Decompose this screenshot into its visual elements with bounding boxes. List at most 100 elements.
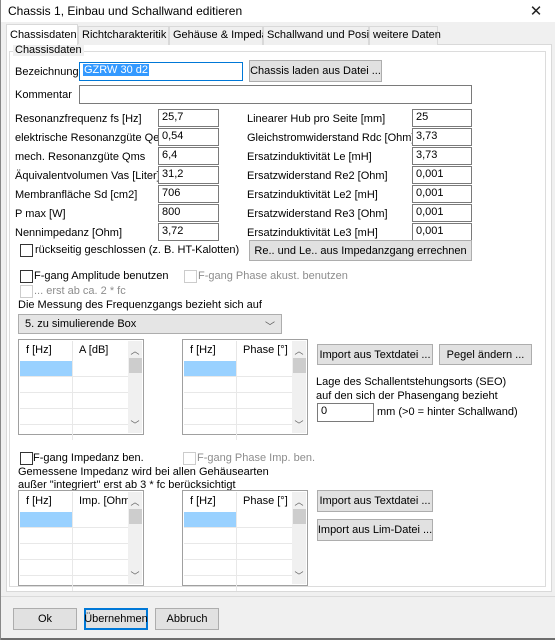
rdc-input[interactable]: 3,73 [412,128,472,146]
table-row[interactable] [184,560,292,576]
grid-cell[interactable] [184,361,237,376]
import-textdatei-impedance-button[interactable]: Import aus Textdatei ... [317,490,433,512]
vertical-scrollbar[interactable]: ︿ ﹀ [292,492,306,584]
chevron-down-icon[interactable]: ﹀ [292,568,306,582]
grid-cell[interactable] [184,512,237,527]
col-header-freq[interactable]: f [Hz] [20,341,73,361]
pegel-aendern-button[interactable]: Pegel ändern ... [439,344,532,365]
chevron-down-icon[interactable]: ﹀ [292,417,306,431]
table-row[interactable] [20,425,128,441]
grid-cell[interactable] [73,560,128,575]
grid-cell[interactable] [20,377,73,392]
chevron-up-icon[interactable]: ︿ [292,343,306,357]
grid-cell[interactable] [73,528,128,543]
table-row[interactable] [184,576,292,592]
vertical-scrollbar[interactable]: ︿ ﹀ [128,341,142,433]
chevron-up-icon[interactable]: ︿ [292,494,306,508]
tab-gehaeuse-impedanz[interactable]: Gehäuse & Impedanz [169,26,279,45]
amplitude-checkbox[interactable] [20,270,33,283]
table-row[interactable] [20,576,128,592]
le2-input[interactable]: 0,001 [412,185,472,203]
cancel-button[interactable]: Abbruch [155,608,219,630]
chassis-load-button[interactable]: Chassis laden aus Datei ... [249,60,382,82]
table-row[interactable] [184,377,292,393]
grid-cell[interactable] [237,512,292,527]
grid-cell[interactable] [237,425,292,440]
le3-input[interactable]: 0,001 [412,223,472,241]
kommentar-input[interactable] [79,85,472,104]
chevron-up-icon[interactable]: ︿ [128,343,142,357]
grid-cell[interactable] [237,361,292,376]
vertical-scrollbar[interactable]: ︿ ﹀ [128,492,142,584]
grid-cell[interactable] [237,560,292,575]
impedanz-checkbox[interactable] [20,452,33,465]
grid-cell[interactable] [237,528,292,543]
scrollbar-thumb[interactable] [129,358,142,373]
grid-cell[interactable] [20,425,73,440]
fs-input[interactable]: 25,7 [158,109,219,127]
grid-cell[interactable] [184,560,237,575]
table-row[interactable] [20,361,128,377]
tab-richtcharakteritik[interactable]: Richtcharakteritik [78,26,169,45]
grid-cell[interactable] [184,377,237,392]
ok-button[interactable]: Ok [13,608,77,630]
grid-cell[interactable] [20,512,73,527]
col-header-phase[interactable]: Phase [°] [237,341,292,361]
grid-cell[interactable] [20,528,73,543]
grid-cell[interactable] [184,528,237,543]
table-row[interactable] [184,409,292,425]
grid-cell[interactable] [237,409,292,424]
close-button[interactable]: ✕ [516,0,555,22]
table-row[interactable] [20,544,128,560]
re3-input[interactable]: 0,001 [412,204,472,222]
erst-ab-checkbox[interactable] [20,285,33,298]
grid-cell[interactable] [184,425,237,440]
grid-cell[interactable] [184,409,237,424]
table-row[interactable] [20,409,128,425]
grid-cell[interactable] [237,576,292,591]
chevron-down-icon[interactable]: ﹀ [128,568,142,582]
grid-cell[interactable] [184,544,237,559]
compute-re-le-button[interactable]: Re.. und Le.. aus Impedanzgang errechnen [249,240,472,261]
grid-cell[interactable] [73,393,128,408]
grid-cell[interactable] [20,544,73,559]
impedance-grid[interactable]: f [Hz] Imp. [Ohm ︿ ﹀ [18,490,144,591]
table-row[interactable] [184,528,292,544]
vertical-scrollbar[interactable]: ︿ ﹀ [292,341,306,433]
table-row[interactable] [184,512,292,528]
grid-cell[interactable] [20,409,73,424]
seo-input[interactable]: 0 [317,403,374,422]
table-row[interactable] [184,544,292,560]
col-header-freq[interactable]: f [Hz] [20,492,73,512]
table-row[interactable] [184,361,292,377]
grid-cell[interactable] [73,377,128,392]
col-header-freq[interactable]: f [Hz] [184,341,237,361]
table-row[interactable] [184,393,292,409]
grid-cell[interactable] [237,544,292,559]
grid-cell[interactable] [73,576,128,591]
grid-cell[interactable] [20,393,73,408]
re2-input[interactable]: 0,001 [412,166,472,184]
grid-cell[interactable] [20,560,73,575]
grid-cell[interactable] [73,361,128,376]
chevron-down-icon[interactable]: ﹀ [128,417,142,431]
vas-input[interactable]: 31,2 [158,166,219,184]
grid-cell[interactable] [184,576,237,591]
pmax-input[interactable]: 800 [158,204,219,222]
amplitude-grid[interactable]: f [Hz] A [dB] ︿ ﹀ [18,339,144,440]
col-header-impedance[interactable]: Imp. [Ohm [73,492,128,512]
qms-input[interactable]: 6,4 [158,147,219,165]
apply-button[interactable]: Übernehmen [84,608,148,630]
bezug-dropdown[interactable]: 5. zu simulierende Box ﹀ [18,314,282,334]
scrollbar-thumb[interactable] [293,358,306,373]
col-header-phase[interactable]: Phase [°] [237,492,292,512]
scrollbar-thumb[interactable] [129,509,142,524]
grid-cell[interactable] [73,512,128,527]
grid-cell[interactable] [20,361,73,376]
col-header-freq[interactable]: f [Hz] [184,492,237,512]
rueckseitig-checkbox[interactable] [20,244,33,257]
table-row[interactable] [184,425,292,441]
tab-chassisdaten[interactable]: Chassisdaten [6,24,78,45]
grid-cell[interactable] [73,544,128,559]
bezeichnung-input[interactable]: GZRW 30 d2 [79,62,243,81]
